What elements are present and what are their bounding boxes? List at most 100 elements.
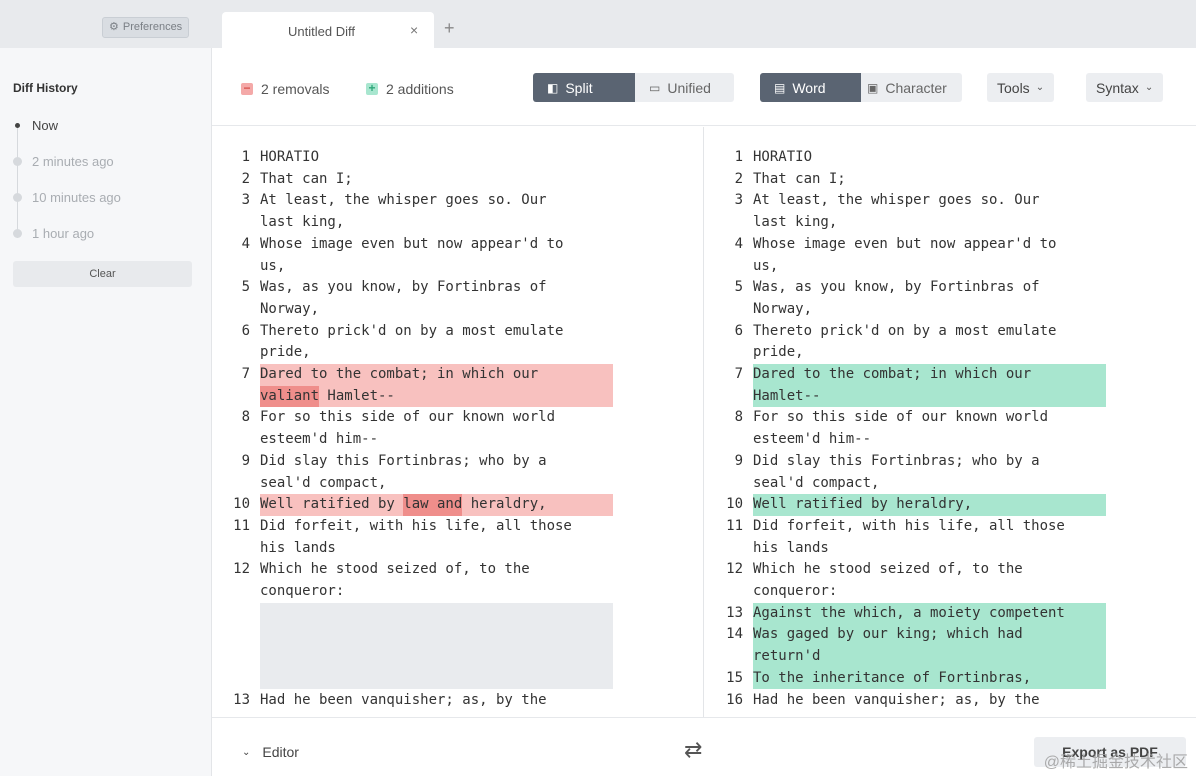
line-number: 8 (734, 409, 743, 426)
code-text: Whose image even but now appear'd to (260, 235, 564, 252)
additions-count: + 2 additions (366, 81, 454, 97)
original-text-pane[interactable]: 1 HORATIO 2 That can I; 3 At least, the whisp… (212, 127, 704, 717)
app-window: ⚙ Preferences Untitled Diff × + Diff His… (0, 0, 1196, 776)
syntax-label: Syntax (1096, 79, 1139, 96)
code-text: Which he stood seized of, to the (260, 561, 530, 578)
history-item-label: 1 hour ago (32, 225, 95, 241)
line-number: 4 (241, 235, 250, 252)
chevron-down-icon: ⌄ (1035, 82, 1045, 93)
history-item-label: 2 minutes ago (32, 153, 114, 169)
code-text: Was, as you know, by Fortinbras of (753, 279, 1040, 296)
split-label: Split (565, 79, 593, 96)
history-item-2-min[interactable]: 2 minutes ago (13, 152, 114, 170)
tools-label: Tools (997, 79, 1030, 96)
line-number: 9 (241, 452, 250, 469)
code-text: At least, the whisper goes so. Our (260, 192, 547, 209)
line-number: 4 (734, 235, 743, 252)
character-label: Character (885, 79, 947, 96)
line-number: 10 (233, 496, 250, 513)
code-text: pride, (753, 344, 804, 361)
history-timeline (17, 128, 18, 238)
history-item-now[interactable]: Now (13, 116, 58, 134)
code-text: To the inheritance of Fortinbras, (753, 669, 1032, 686)
line-number: 11 (233, 517, 250, 534)
code-text: HORATIO (753, 149, 813, 165)
sliders-icon: ⚙ (109, 21, 119, 33)
new-tab-plus-icon[interactable]: + (444, 19, 455, 37)
close-icon[interactable]: × (410, 22, 418, 38)
editor-toggle[interactable]: ⌄ Editor (242, 744, 299, 760)
code-text: Had he been vanquisher; as, by the (260, 691, 547, 708)
removals-count: − 2 removals (241, 81, 329, 97)
line-number: 2 (734, 170, 743, 187)
syntax-dropdown[interactable]: Syntax ⌄ (1086, 73, 1164, 102)
line-number: 5 (241, 279, 250, 296)
code-text: Whose image even but now appear'd to (753, 235, 1057, 252)
tab-bar: ⚙ Preferences Untitled Diff × + (0, 0, 1196, 48)
editor-label: Editor (262, 744, 299, 760)
code-text: his lands (753, 539, 829, 556)
history-item-1-hour[interactable]: 1 hour ago (13, 224, 94, 242)
code-text: his lands (260, 539, 336, 556)
code-text: Did forfeit, with his life, all those (753, 517, 1065, 534)
code-text: pride, (260, 344, 311, 361)
code-text: us, (260, 257, 286, 274)
sidebar: Diff History Now 2 minutes ago 10 minute… (0, 48, 212, 776)
current-dot-icon (13, 121, 22, 130)
word-icon: ▤ (774, 80, 786, 95)
code-text: For so this side of our known world (260, 409, 556, 426)
word-label: Word (792, 79, 826, 96)
code-text: Did forfeit, with his life, all those (260, 517, 572, 534)
swap-sides-icon[interactable]: ⇄ (684, 737, 702, 763)
line-number: 11 (726, 517, 743, 534)
code-text: return'd (753, 648, 821, 665)
diff-granularity-toggle: ▤ Word ▣ Character (760, 73, 962, 102)
removals-label: 2 removals (261, 81, 330, 97)
code-text: seal'd compact, (260, 474, 387, 491)
word-diff-button[interactable]: ▤ Word (760, 73, 861, 102)
watermark-text: @稀土掘金技术社区 (1043, 754, 1188, 771)
code-text: Norway, (260, 300, 320, 317)
line-number: 5 (734, 279, 743, 296)
split-view-button[interactable]: ◧ Split (533, 73, 635, 102)
code-text: seal'd compact, (753, 474, 880, 491)
line-number: 7 (241, 366, 250, 382)
code-text: That can I; (753, 170, 846, 187)
line-number: 3 (734, 192, 743, 209)
code-text: valiant Hamlet-- (260, 387, 395, 404)
code-text: Well ratified by law and heraldry, (260, 496, 547, 513)
changed-text-pane[interactable]: 1 HORATIO 2 That can I; 3 At least, the whisp… (705, 127, 1196, 717)
tools-dropdown[interactable]: Tools ⌄ (987, 73, 1055, 102)
diff-toolbar: − 2 removals + 2 additions ◧ Split ▭ Uni… (212, 48, 1196, 126)
code-text: Thereto prick'd on by a most emulate (753, 322, 1057, 339)
character-icon: ▣ (867, 80, 879, 95)
clear-history-button[interactable]: Clear (13, 261, 192, 287)
preferences-button[interactable]: ⚙ Preferences (102, 17, 190, 38)
code-text: Thereto prick'd on by a most emulate (260, 322, 564, 339)
tab-untitled-diff[interactable]: Untitled Diff × (222, 12, 434, 48)
code-text: conqueror: (260, 583, 345, 599)
code-text: last king, (753, 214, 838, 231)
code-text: For so this side of our known world (753, 409, 1049, 426)
preferences-label: Preferences (122, 21, 183, 33)
line-number: 1 (734, 149, 743, 165)
code-text: At least, the whisper goes so. Our (753, 192, 1040, 209)
code-text: Did slay this Fortinbras; who by a (753, 452, 1040, 469)
chevron-down-icon: ⌄ (242, 746, 251, 758)
line-number: 16 (726, 691, 743, 708)
line-number: 13 (233, 691, 250, 708)
history-item-10-min[interactable]: 10 minutes ago (13, 188, 121, 206)
unified-view-button[interactable]: ▭ Unified (635, 73, 734, 102)
line-number: 6 (734, 322, 743, 339)
line-number: 13 (726, 604, 743, 621)
timeline-dot-icon (13, 156, 22, 166)
minus-icon: − (241, 81, 253, 95)
code-text: Well ratified by heraldry, (753, 496, 973, 513)
split-view-icon: ◧ (547, 80, 559, 95)
character-diff-button[interactable]: ▣ Character (861, 73, 962, 102)
code-text: Did slay this Fortinbras; who by a (260, 452, 547, 469)
tab-title: Untitled Diff (288, 24, 355, 39)
plus-icon: + (366, 81, 378, 95)
history-item-label: Now (32, 117, 59, 133)
timeline-dot-icon (13, 228, 22, 238)
